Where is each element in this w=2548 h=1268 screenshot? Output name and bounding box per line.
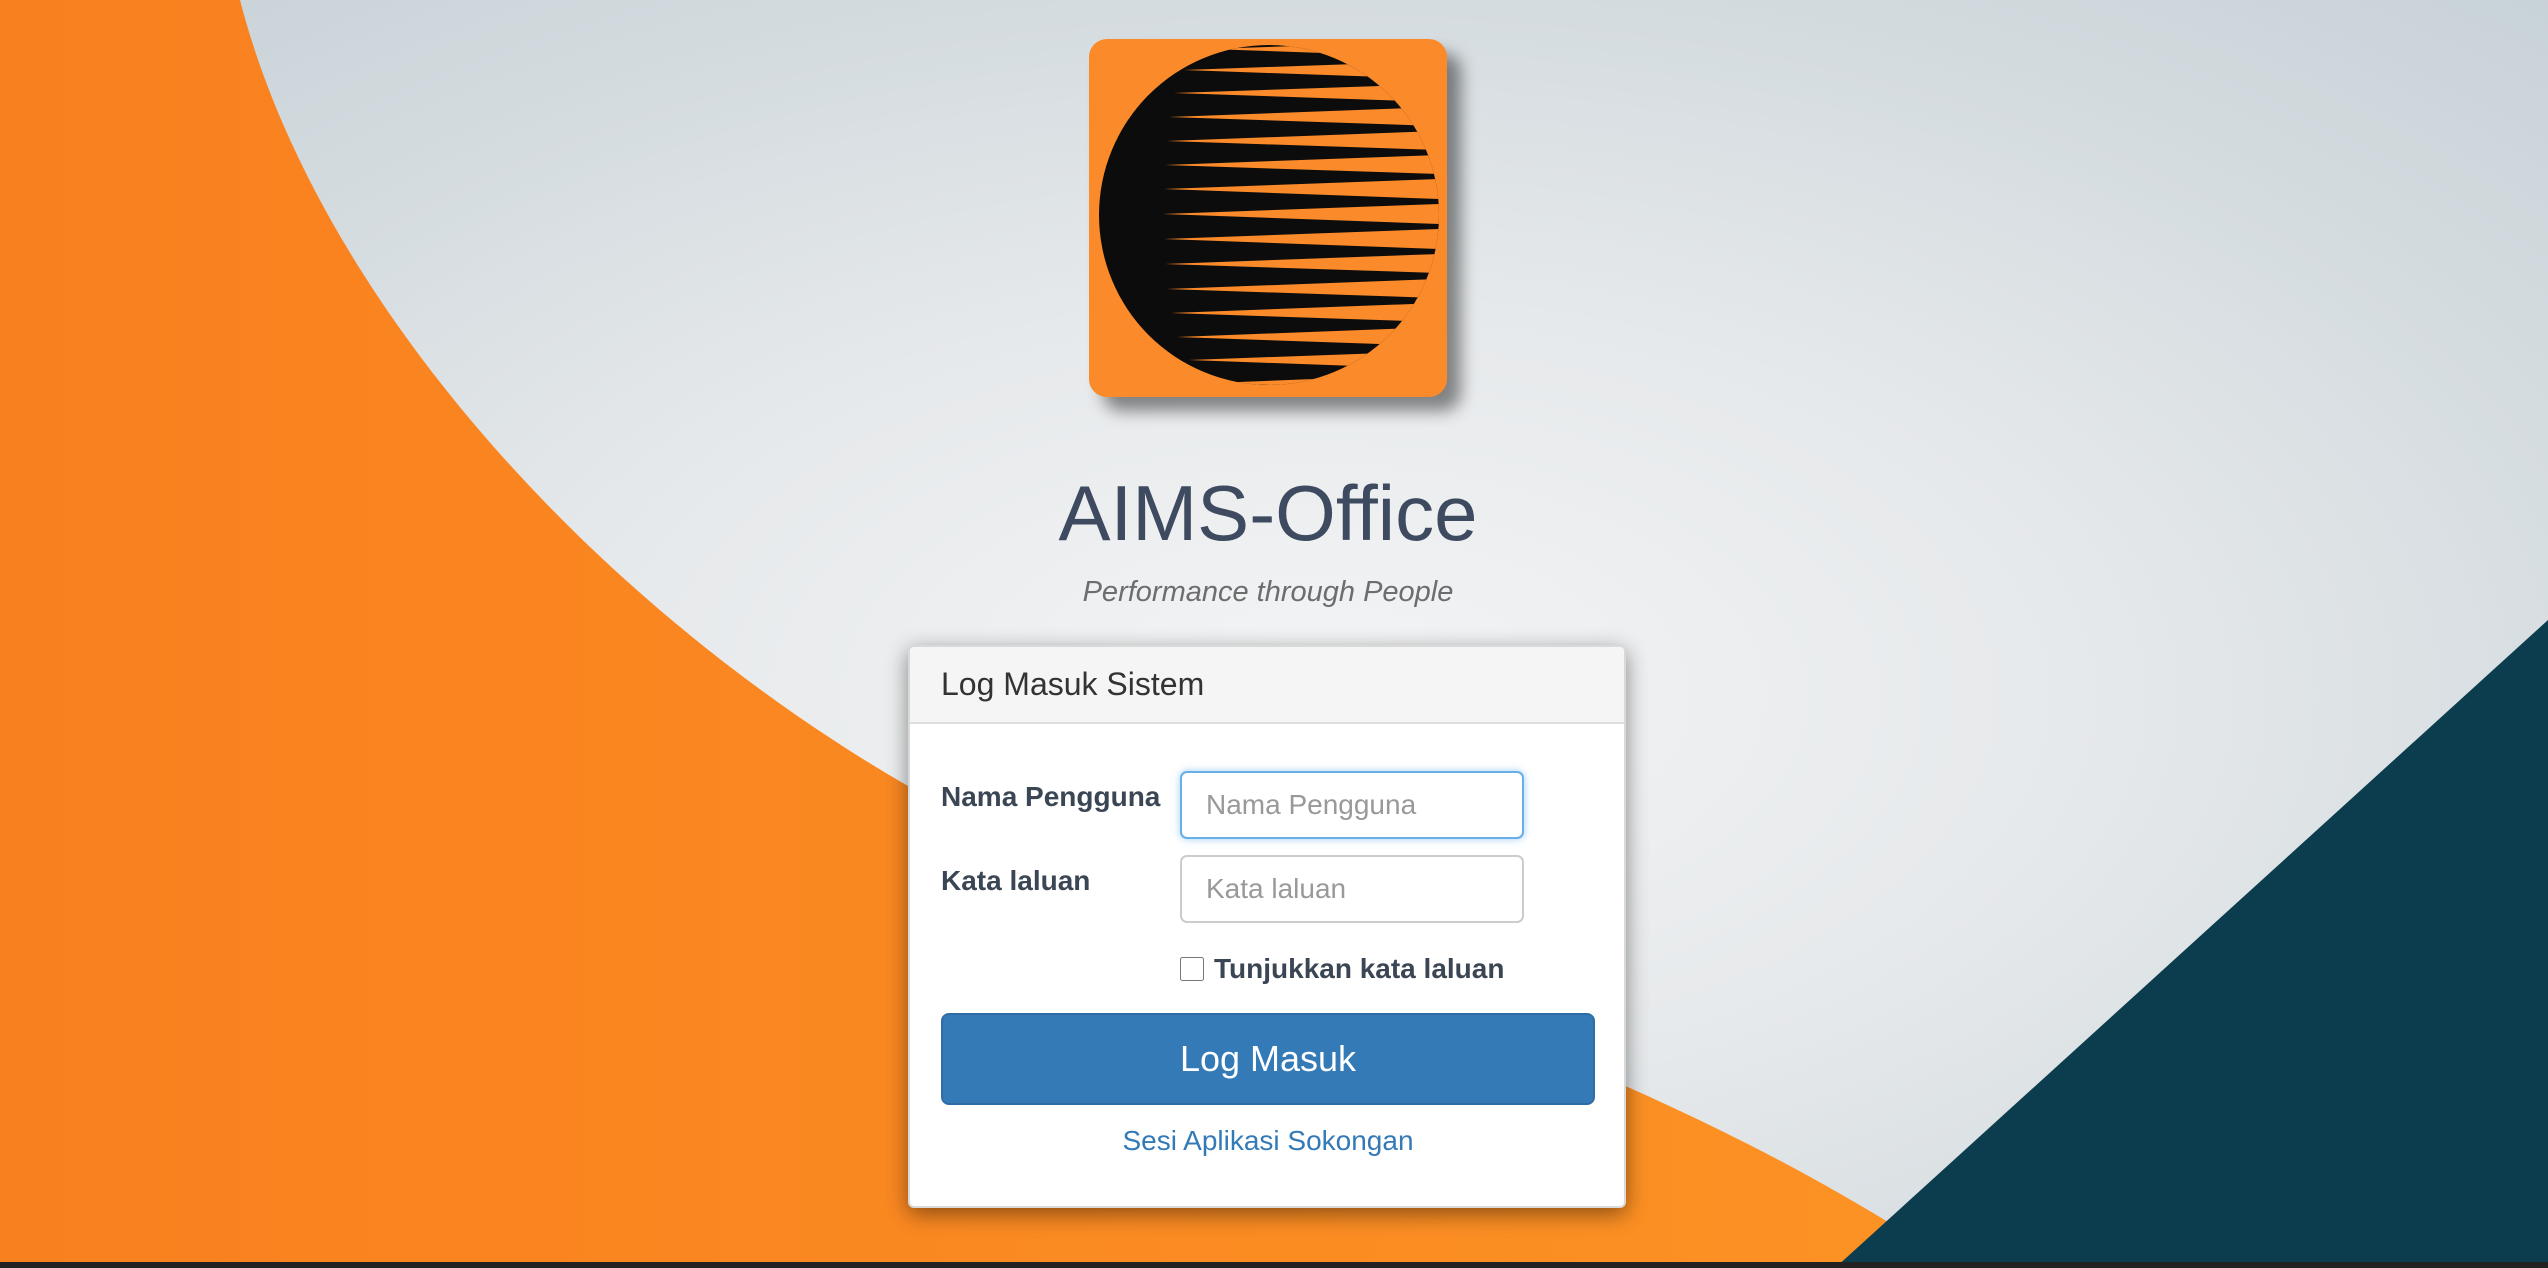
support-session-link[interactable]: Sesi Aplikasi Sokongan <box>910 1125 1624 1157</box>
password-label: Kata laluan <box>941 865 1091 896</box>
app-title: AIMS-Office <box>1058 469 1478 557</box>
login-button[interactable]: Log Masuk <box>941 1013 1595 1105</box>
teal-triangle <box>1835 620 2548 1268</box>
bottom-edge <box>0 1262 2548 1268</box>
password-input[interactable] <box>1180 855 1524 923</box>
app-tagline: Performance through People <box>1082 576 1454 608</box>
show-password-row: Tunjukkan kata laluan <box>1180 952 1504 986</box>
show-password-checkbox[interactable] <box>1180 957 1204 981</box>
login-panel-heading: Log Masuk Sistem <box>910 647 1624 724</box>
login-panel: Log Masuk Sistem Nama Pengguna Kata lalu… <box>908 645 1626 1208</box>
username-input[interactable] <box>1180 771 1524 839</box>
username-label: Nama Pengguna <box>941 781 1161 812</box>
show-password-label[interactable]: Tunjukkan kata laluan <box>1214 953 1504 985</box>
app-logo <box>1089 39 1447 397</box>
